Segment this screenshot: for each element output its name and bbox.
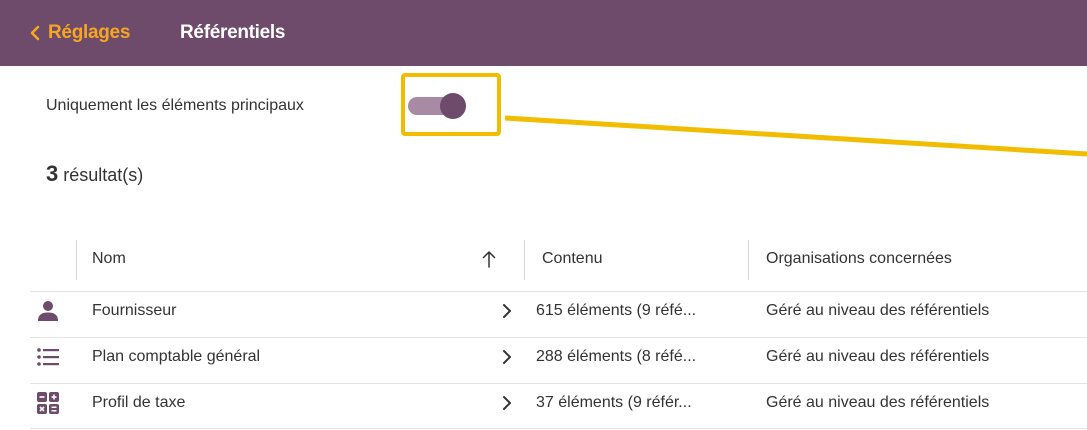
chevron-right-icon[interactable] [502,395,512,411]
column-header-organisations[interactable]: Organisations concernées [766,249,952,269]
table-header: Nom Contenu Organisations concernées [30,237,1087,283]
column-separator [748,240,749,280]
results-number: 3 [46,161,59,186]
row-name: Profil de taxe [92,394,186,411]
table-row[interactable]: Fournisseur 615 éléments (9 réfé... Géré… [30,291,1087,330]
row-content: 615 éléments (9 réfé... [536,302,697,319]
person-icon [38,301,58,321]
row-content: 37 éléments (9 référ... [536,394,692,411]
table-row[interactable]: Profil de taxe 37 éléments (9 référ... G… [30,383,1087,422]
row-name: Plan comptable général [92,348,261,365]
row-content: 288 éléments (8 réfé... [536,348,697,365]
chevron-right-icon[interactable] [502,349,512,365]
results-label: résultat(s) [63,165,144,185]
calculator-icon [37,392,59,414]
arrow-up-icon[interactable] [482,250,496,268]
column-separator [76,240,77,280]
column-separator [524,240,525,280]
chevron-right-icon[interactable] [502,303,512,319]
column-header-contenu[interactable]: Contenu [542,249,603,269]
row-organisations: Géré au niveau des référentiels [766,394,990,411]
table-bottom-border [30,428,1087,429]
table-row[interactable]: Plan comptable général 288 éléments (8 r… [30,337,1087,376]
list-icon [37,348,59,366]
row-organisations: Géré au niveau des référentiels [766,302,990,319]
results-count: 3 résultat(s) [46,161,143,188]
column-header-nom[interactable]: Nom [92,249,126,269]
row-name: Fournisseur [92,302,177,319]
row-organisations: Géré au niveau des référentiels [766,348,990,365]
